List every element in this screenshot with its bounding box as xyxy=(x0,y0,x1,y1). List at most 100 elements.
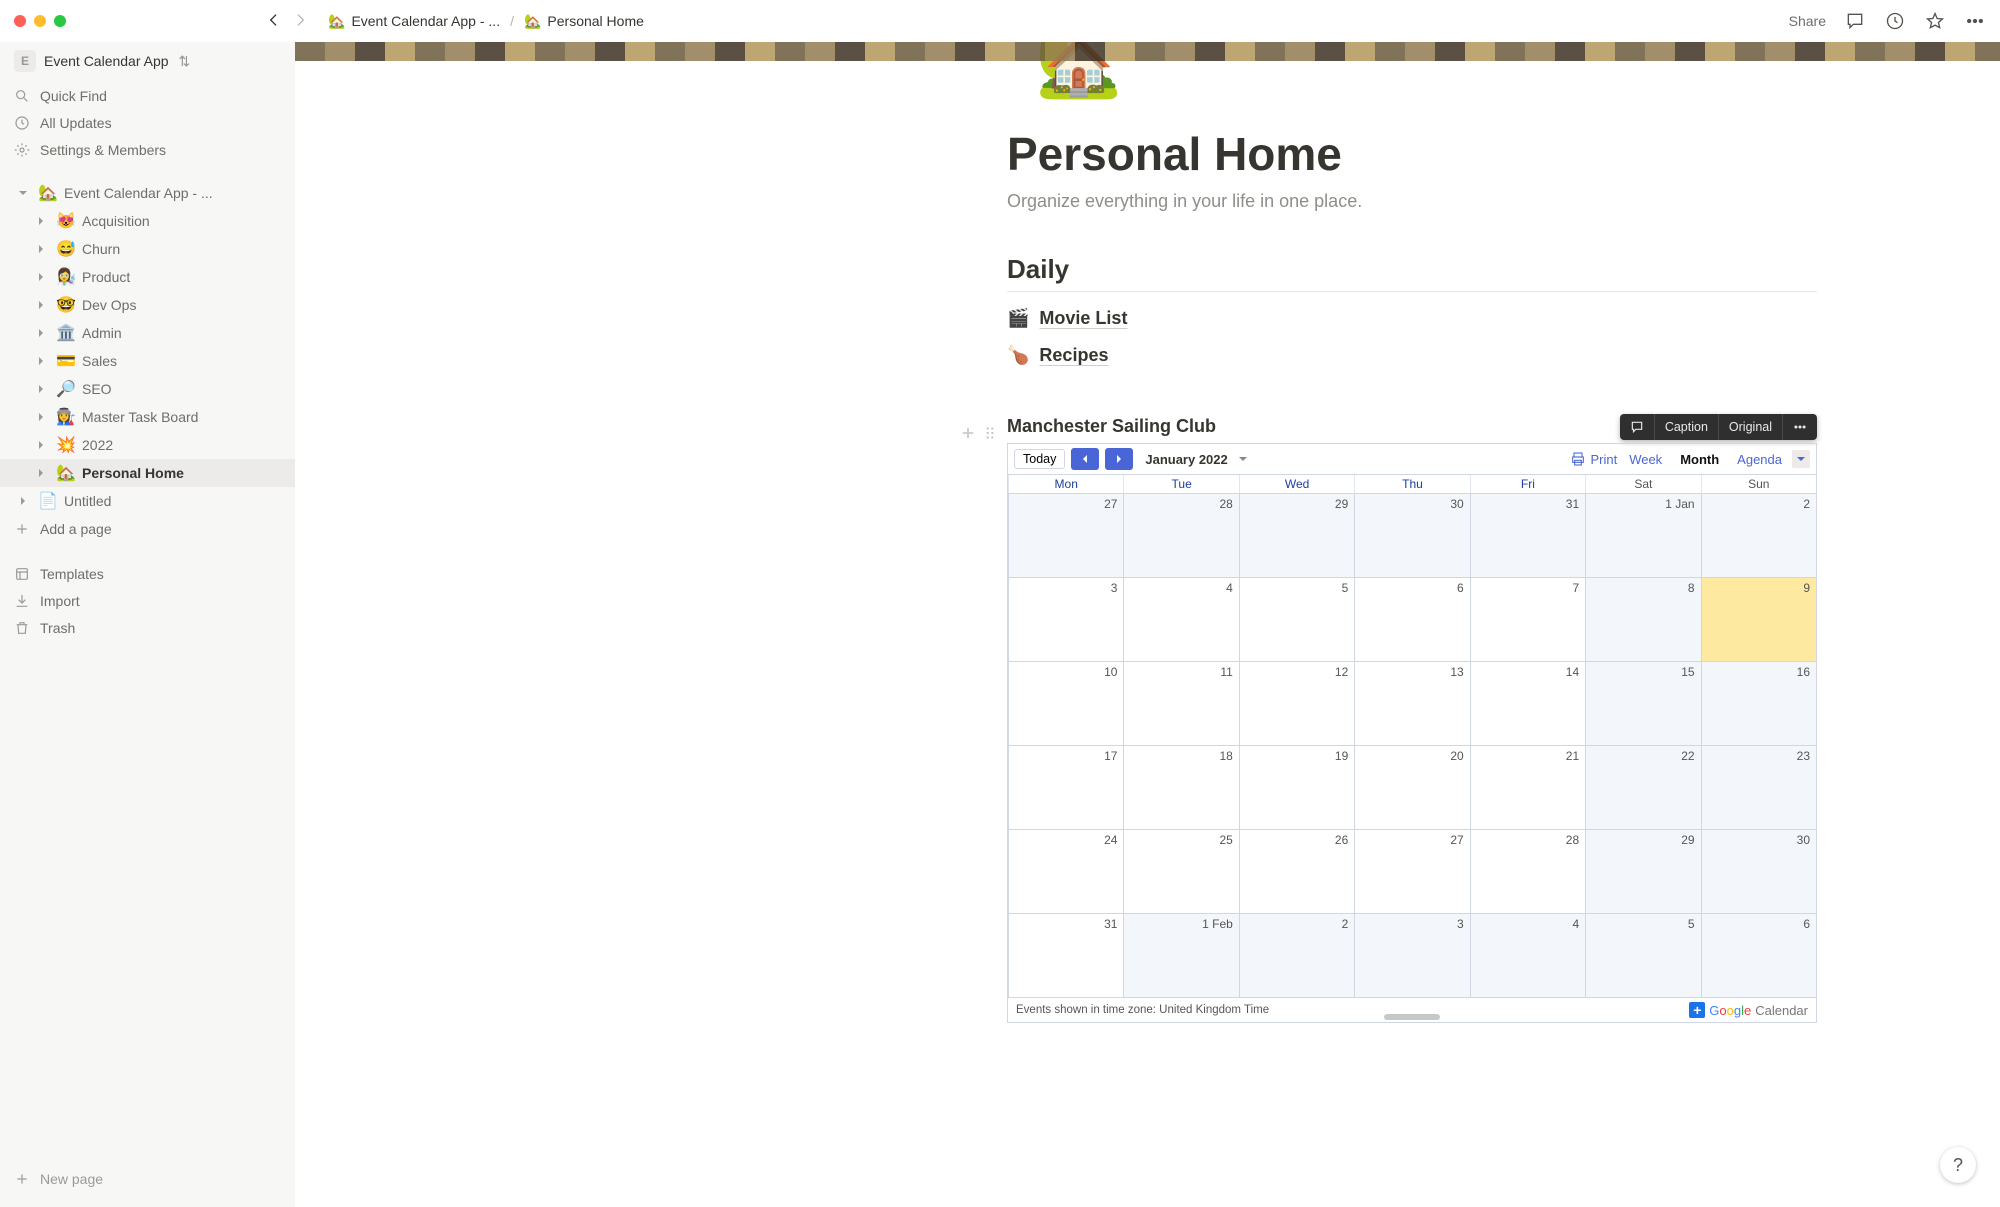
breadcrumb-root[interactable]: 🏡 Event Calendar App - ... xyxy=(324,11,504,32)
maximize-window-button[interactable] xyxy=(54,15,66,27)
page-link-movie-list[interactable]: 🎬 Movie List xyxy=(1007,308,1817,329)
calendar-cell[interactable]: 6 xyxy=(1701,913,1816,997)
calendar-cell[interactable]: 25 xyxy=(1123,829,1238,913)
updates-icon[interactable] xyxy=(1884,10,1906,32)
templates-button[interactable]: Templates xyxy=(0,560,295,587)
calendar-cell[interactable]: 14 xyxy=(1470,661,1585,745)
calendar-cell[interactable]: 3 xyxy=(1008,577,1123,661)
chevron-right-icon[interactable] xyxy=(32,300,50,310)
back-button[interactable] xyxy=(266,12,282,31)
google-calendar-brand[interactable]: + Google Calendar xyxy=(1689,1002,1808,1018)
prev-month-button[interactable] xyxy=(1071,448,1099,470)
calendar-cell[interactable]: 11 xyxy=(1123,661,1238,745)
minimize-window-button[interactable] xyxy=(34,15,46,27)
sidebar-item-untitled[interactable]: 📄Untitled xyxy=(0,487,295,515)
tab-agenda[interactable]: Agenda xyxy=(1729,450,1790,469)
calendar-cell[interactable]: 30 xyxy=(1701,829,1816,913)
horizontal-scroll-thumb[interactable] xyxy=(1384,1014,1440,1020)
tab-week[interactable]: Week xyxy=(1621,450,1670,469)
embed-caption-button[interactable]: Caption xyxy=(1655,414,1719,440)
calendar-cell[interactable]: 9 xyxy=(1701,577,1816,661)
sidebar-item-dev-ops[interactable]: 🤓Dev Ops xyxy=(0,291,295,319)
sidebar-item-seo[interactable]: 🔎SEO xyxy=(0,375,295,403)
sidebar-item-master-task-board[interactable]: 👩‍🏭Master Task Board xyxy=(0,403,295,431)
calendar-cell[interactable]: 28 xyxy=(1470,829,1585,913)
chevron-right-icon[interactable] xyxy=(32,384,50,394)
calendar-cell[interactable]: 1 Jan xyxy=(1585,493,1700,577)
today-button[interactable]: Today xyxy=(1014,449,1065,469)
quick-find-button[interactable]: Quick Find xyxy=(0,82,295,109)
calendar-cell[interactable]: 31 xyxy=(1470,493,1585,577)
chevron-right-icon[interactable] xyxy=(32,244,50,254)
settings-button[interactable]: Settings & Members xyxy=(0,136,295,163)
calendar-cell[interactable]: 26 xyxy=(1239,829,1354,913)
new-page-button[interactable]: New page xyxy=(0,1165,295,1193)
calendar-cell[interactable]: 19 xyxy=(1239,745,1354,829)
close-window-button[interactable] xyxy=(14,15,26,27)
chevron-right-icon[interactable] xyxy=(32,328,50,338)
calendar-cell[interactable]: 3 xyxy=(1354,913,1469,997)
add-page-button[interactable]: Add a page xyxy=(0,515,295,542)
calendar-embed-block[interactable]: Caption Original Manchester Sailing Club… xyxy=(1007,416,1817,1023)
comments-icon[interactable] xyxy=(1844,10,1866,32)
page-link-recipes[interactable]: 🍗 Recipes xyxy=(1007,345,1817,366)
chevron-right-icon[interactable] xyxy=(32,468,50,478)
calendar-cell[interactable]: 4 xyxy=(1470,913,1585,997)
tabs-dropdown-icon[interactable] xyxy=(1792,450,1810,468)
print-button[interactable]: Print xyxy=(1570,451,1617,467)
trash-button[interactable]: Trash xyxy=(0,614,295,641)
embed-original-button[interactable]: Original xyxy=(1719,414,1783,440)
calendar-cell[interactable]: 21 xyxy=(1470,745,1585,829)
calendar-cell[interactable]: 17 xyxy=(1008,745,1123,829)
sidebar-item-sales[interactable]: 💳Sales xyxy=(0,347,295,375)
calendar-cell[interactable]: 24 xyxy=(1008,829,1123,913)
add-block-icon[interactable] xyxy=(959,424,977,447)
calendar-cell[interactable]: 5 xyxy=(1585,913,1700,997)
calendar-cell[interactable]: 6 xyxy=(1354,577,1469,661)
calendar-cell[interactable]: 7 xyxy=(1470,577,1585,661)
chevron-right-icon[interactable] xyxy=(32,440,50,450)
calendar-cell[interactable]: 15 xyxy=(1585,661,1700,745)
chevron-right-icon[interactable] xyxy=(32,216,50,226)
sidebar-item-product[interactable]: 👩‍🔬Product xyxy=(0,263,295,291)
calendar-cell[interactable]: 4 xyxy=(1123,577,1238,661)
page-subtitle[interactable]: Organize everything in your life in one … xyxy=(1007,191,1817,212)
calendar-cell[interactable]: 22 xyxy=(1585,745,1700,829)
calendar-cell[interactable]: 29 xyxy=(1585,829,1700,913)
more-icon[interactable] xyxy=(1964,10,1986,32)
chevron-down-icon[interactable] xyxy=(14,188,32,198)
chevron-right-icon[interactable] xyxy=(32,356,50,366)
calendar-cell[interactable]: 18 xyxy=(1123,745,1238,829)
calendar-cell[interactable]: 28 xyxy=(1123,493,1238,577)
section-heading-daily[interactable]: Daily xyxy=(1007,254,1817,285)
chevron-right-icon[interactable] xyxy=(32,272,50,282)
favorite-icon[interactable] xyxy=(1924,10,1946,32)
page-title[interactable]: Personal Home xyxy=(1007,127,1817,181)
calendar-cell[interactable]: 13 xyxy=(1354,661,1469,745)
breadcrumb-current[interactable]: 🏡 Personal Home xyxy=(520,11,648,32)
calendar-cell[interactable]: 12 xyxy=(1239,661,1354,745)
help-button[interactable]: ? xyxy=(1940,1147,1976,1183)
calendar-cell[interactable]: 20 xyxy=(1354,745,1469,829)
sidebar-item-acquisition[interactable]: 😻Acquisition xyxy=(0,207,295,235)
chevron-right-icon[interactable] xyxy=(32,412,50,422)
forward-button[interactable] xyxy=(292,12,308,31)
calendar-cell[interactable]: 16 xyxy=(1701,661,1816,745)
calendar-cell[interactable]: 2 xyxy=(1239,913,1354,997)
share-button[interactable]: Share xyxy=(1789,13,1826,29)
calendar-cell[interactable]: 31 xyxy=(1008,913,1123,997)
calendar-cell[interactable]: 27 xyxy=(1354,829,1469,913)
workspace-switcher[interactable]: E Event Calendar App ⇅ xyxy=(0,46,295,82)
next-month-button[interactable] xyxy=(1105,448,1133,470)
sidebar-item-personal-home[interactable]: 🏡Personal Home xyxy=(0,459,295,487)
chevron-right-icon[interactable] xyxy=(14,496,32,506)
all-updates-button[interactable]: All Updates xyxy=(0,109,295,136)
sidebar-item-event-calendar-app[interactable]: 🏡Event Calendar App - ... xyxy=(0,179,295,207)
calendar-cell[interactable]: 8 xyxy=(1585,577,1700,661)
sidebar-item-churn[interactable]: 😅Churn xyxy=(0,235,295,263)
calendar-cell[interactable]: 1 Feb xyxy=(1123,913,1238,997)
calendar-cell[interactable]: 30 xyxy=(1354,493,1469,577)
calendar-cell[interactable]: 29 xyxy=(1239,493,1354,577)
drag-handle-icon[interactable] xyxy=(981,424,999,447)
calendar-cell[interactable]: 10 xyxy=(1008,661,1123,745)
